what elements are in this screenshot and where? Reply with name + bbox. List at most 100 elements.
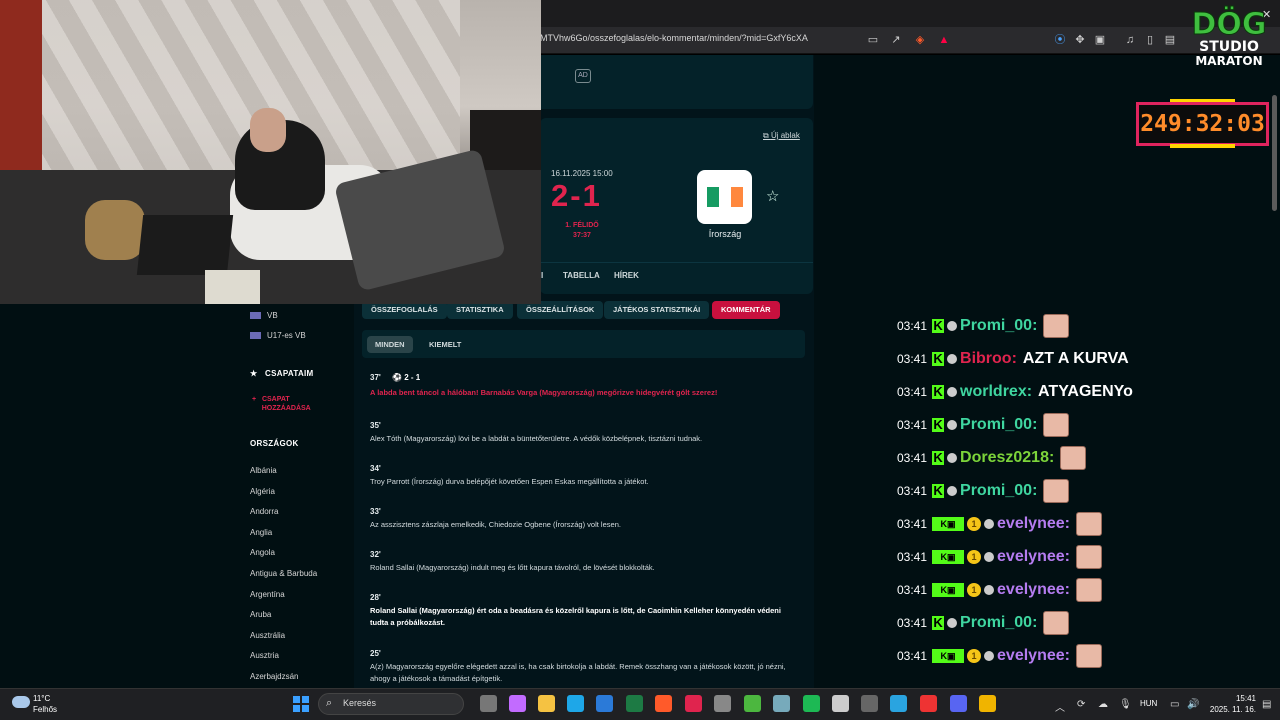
edge-icon[interactable] bbox=[567, 695, 584, 712]
rockstar-icon[interactable] bbox=[979, 695, 996, 712]
chat-username[interactable]: evelynee: bbox=[997, 647, 1070, 665]
sync-icon[interactable]: ⟳ bbox=[1077, 699, 1085, 710]
excel-icon[interactable] bbox=[626, 695, 643, 712]
scrollbar-thumb[interactable] bbox=[1272, 95, 1277, 211]
game-app-icon[interactable] bbox=[920, 695, 937, 712]
chat-username[interactable]: Doresz0218: bbox=[960, 449, 1054, 467]
tab-standings[interactable]: TABELLA bbox=[563, 271, 600, 280]
sidebar-country-item[interactable]: Aruba bbox=[250, 610, 271, 619]
ball-badge-icon bbox=[984, 552, 995, 562]
chat-username[interactable]: Promi_00: bbox=[960, 416, 1037, 434]
sidebar-country-item[interactable]: Argentína bbox=[250, 590, 285, 599]
chat-message: 03:41 K▣ 1 evelynee: bbox=[897, 578, 1102, 602]
discord-icon[interactable] bbox=[950, 695, 967, 712]
share-icon[interactable]: ↗ bbox=[889, 33, 903, 47]
file-explorer-icon[interactable] bbox=[538, 695, 555, 712]
sidebar-item-u17[interactable]: U17-es VB bbox=[250, 331, 306, 340]
sidebar-country-item[interactable]: Azerbajdzsán bbox=[250, 672, 298, 681]
event-time: 25' bbox=[370, 649, 381, 658]
onedrive-icon[interactable]: ☁ bbox=[1098, 699, 1108, 710]
cam-box bbox=[205, 270, 260, 304]
sidebar-item-vb[interactable]: VB bbox=[250, 311, 278, 320]
logo-main: DÖG bbox=[1191, 7, 1267, 42]
chat-username[interactable]: Promi_00: bbox=[960, 614, 1037, 632]
event-text: A(z) Magyarország egyelőre elégedett azz… bbox=[370, 662, 786, 683]
settings-icon[interactable] bbox=[714, 695, 731, 712]
logo-sub2: MARATON bbox=[1195, 54, 1263, 68]
copilot-icon[interactable] bbox=[509, 695, 526, 712]
chat-message: 03:41 Kworldrex: ATYAGENYo bbox=[897, 380, 1133, 404]
chat-message: 03:41 K▣ 1 evelynee: bbox=[897, 545, 1102, 569]
chat-username[interactable]: Promi_00: bbox=[960, 482, 1037, 500]
divider bbox=[540, 262, 813, 263]
subscriber-badge-icon: K▣ bbox=[932, 550, 965, 564]
obs-icon[interactable] bbox=[832, 695, 849, 712]
spotify-icon[interactable] bbox=[803, 695, 820, 712]
xbox-icon[interactable] bbox=[744, 695, 761, 712]
event-time: 28' bbox=[370, 593, 381, 602]
install-icon[interactable]: ▭ bbox=[866, 33, 880, 47]
brave-shield-icon[interactable]: ◈ bbox=[913, 33, 927, 47]
opera-icon[interactable] bbox=[685, 695, 702, 712]
tab-player-stats[interactable]: JÁTÉKOS STATISZTIKÁI bbox=[604, 301, 710, 319]
chat-username[interactable]: Promi_00: bbox=[960, 317, 1037, 335]
sidebar-icon[interactable]: ▯ bbox=[1143, 33, 1157, 47]
tab-partial[interactable]: I bbox=[541, 271, 543, 280]
sidebar-country-item[interactable]: Ausztria bbox=[250, 651, 279, 660]
chat-username[interactable]: Bibroo: bbox=[960, 350, 1017, 368]
network-icon[interactable]: ▭ bbox=[1170, 699, 1179, 710]
subtab-all[interactable]: MINDEN bbox=[367, 336, 413, 353]
tab-news[interactable]: HÍREK bbox=[614, 271, 639, 280]
sidebar-country-item[interactable]: Algéria bbox=[250, 487, 275, 496]
countries-heading: ORSZÁGOK bbox=[250, 439, 299, 448]
weather-widget[interactable]: 11°C Felhős bbox=[33, 693, 57, 715]
rewards-icon[interactable]: ▲ bbox=[937, 33, 951, 47]
tab-commentary[interactable]: KOMMENTÁR bbox=[712, 301, 780, 319]
screenshot-icon[interactable]: ▣ bbox=[1093, 33, 1107, 47]
logo-sub1: STUDIO bbox=[1199, 39, 1259, 55]
sidebar-country-item[interactable]: Angola bbox=[250, 548, 275, 557]
microphone-icon[interactable]: 🎙 bbox=[1119, 699, 1132, 710]
sidebar-country-item[interactable]: Anglia bbox=[250, 528, 272, 537]
event-text: Alex Tóth (Magyarország) lövi be a labdá… bbox=[370, 434, 703, 443]
emote-icon bbox=[1075, 512, 1102, 536]
subtab-highlights[interactable]: KIEMELT bbox=[421, 336, 469, 353]
start-button[interactable] bbox=[293, 696, 309, 712]
notifications-icon[interactable]: ▤ bbox=[1262, 699, 1271, 710]
add-team-button[interactable]: + CSAPAT HOZZÁADÁSA bbox=[252, 395, 311, 413]
extensions-icon[interactable]: ✥ bbox=[1073, 33, 1087, 47]
coin-badge-icon: 1 bbox=[967, 550, 982, 564]
task-view-icon[interactable] bbox=[480, 695, 497, 712]
wallet-icon[interactable]: ⦿ bbox=[1053, 33, 1067, 47]
chat-username[interactable]: worldrex: bbox=[960, 383, 1032, 401]
chat-username[interactable]: evelynee: bbox=[997, 548, 1070, 566]
wallet-card-icon[interactable]: ▤ bbox=[1163, 33, 1177, 47]
favorite-star-icon[interactable]: ☆ bbox=[766, 187, 779, 205]
sidebar-country-item[interactable]: Ausztrália bbox=[250, 631, 285, 640]
taskbar-search[interactable] bbox=[318, 693, 464, 715]
event-time: 34' bbox=[370, 464, 381, 473]
sidebar-country-item[interactable]: Andorra bbox=[250, 507, 278, 516]
brave-icon[interactable] bbox=[655, 695, 672, 712]
chat-username[interactable]: evelynee: bbox=[997, 515, 1070, 533]
away-team-name[interactable]: Írország bbox=[690, 229, 760, 239]
sidebar-country-item[interactable]: Antigua & Barbuda bbox=[250, 569, 317, 578]
sidebar-country-item[interactable]: Albánia bbox=[250, 466, 277, 475]
system-clock[interactable]: 15:41 2025. 11. 16. bbox=[1200, 693, 1256, 715]
emote-icon bbox=[1043, 413, 1070, 437]
store-icon[interactable] bbox=[596, 695, 613, 712]
address-bar[interactable]: MTVhw6Go/osszefoglalas/elo-kommentar/min… bbox=[540, 33, 808, 43]
cam-head bbox=[250, 108, 286, 152]
notepad-icon[interactable] bbox=[773, 695, 790, 712]
calculator-icon[interactable] bbox=[861, 695, 878, 712]
media-icon[interactable]: ♫ bbox=[1123, 33, 1137, 47]
volume-icon[interactable]: 🔊 bbox=[1187, 699, 1199, 710]
chat-username[interactable]: evelynee: bbox=[997, 581, 1070, 599]
language-indicator[interactable]: HUN bbox=[1140, 699, 1157, 708]
chat-time: 03:41 bbox=[897, 550, 928, 564]
new-window-link[interactable]: ⧉ Új ablak bbox=[763, 131, 800, 141]
emote-icon bbox=[1075, 644, 1102, 668]
telegram-icon[interactable] bbox=[890, 695, 907, 712]
chat-time: 03:41 bbox=[897, 418, 928, 432]
tray-overflow-icon[interactable]: ︿ bbox=[1055, 699, 1065, 714]
